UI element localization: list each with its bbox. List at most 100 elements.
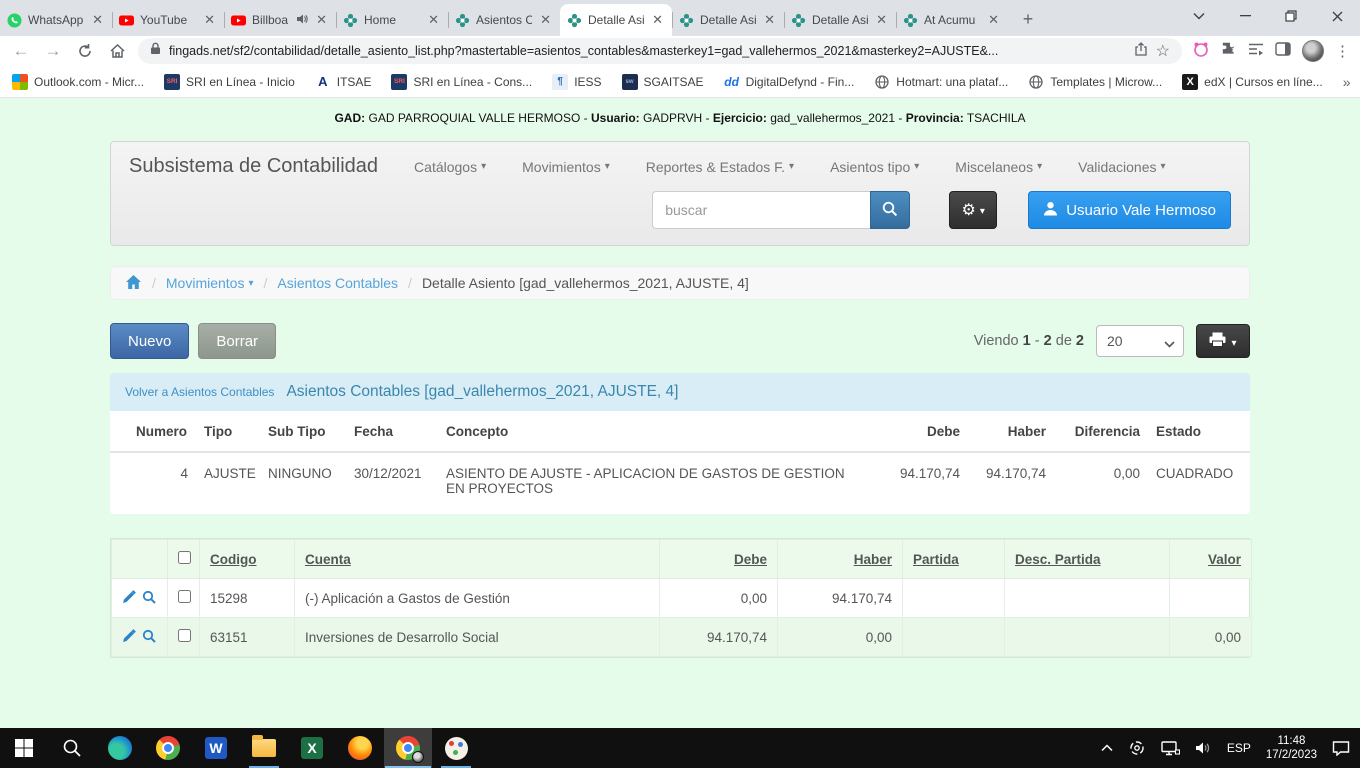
breadcrumb-asientos-contables[interactable]: Asientos Contables bbox=[277, 275, 398, 291]
address-bar[interactable]: fingads.net/sf2/contabilidad/detalle_asi… bbox=[138, 38, 1182, 64]
profile-avatar[interactable] bbox=[1302, 40, 1324, 62]
share-icon[interactable] bbox=[1134, 42, 1148, 61]
forward-icon[interactable]: → bbox=[42, 40, 64, 62]
tab-asientos[interactable]: Asientos C ✕ bbox=[448, 4, 560, 36]
col-debe[interactable]: Debe bbox=[660, 540, 778, 579]
taskbar-firefox-icon[interactable] bbox=[336, 728, 384, 768]
tab-close-icon[interactable]: ✕ bbox=[986, 12, 1001, 28]
menu-catalogos[interactable]: Catálogos bbox=[414, 159, 486, 175]
taskbar-word-icon[interactable]: W bbox=[192, 728, 240, 768]
tab-close-icon[interactable]: ✕ bbox=[650, 12, 665, 28]
tab-close-icon[interactable]: ✕ bbox=[90, 12, 105, 28]
col-cuenta[interactable]: Cuenta bbox=[295, 540, 660, 579]
settings-button[interactable] bbox=[949, 191, 997, 229]
tab-home[interactable]: Home ✕ bbox=[336, 4, 448, 36]
lock-icon[interactable] bbox=[150, 42, 161, 60]
tab-close-icon[interactable]: ✕ bbox=[538, 12, 553, 28]
bookmark-templates[interactable]: Templates | Microw... bbox=[1028, 74, 1162, 90]
col-partida[interactable]: Partida bbox=[903, 540, 1005, 579]
menu-asientos-tipo[interactable]: Asientos tipo bbox=[830, 159, 919, 175]
tab-audio-icon[interactable] bbox=[296, 13, 308, 28]
menu-validaciones[interactable]: Validaciones bbox=[1078, 159, 1165, 175]
bookmark-edx[interactable]: X edX | Cursos en líne... bbox=[1182, 74, 1323, 90]
tab-close-icon[interactable]: ✕ bbox=[202, 12, 217, 28]
bookmark-hotmart[interactable]: Hotmart: una plataf... bbox=[874, 74, 1008, 90]
side-panel-icon[interactable] bbox=[1275, 42, 1291, 61]
tab-acumulado[interactable]: At Acumu ✕ bbox=[896, 4, 1008, 36]
tab-youtube[interactable]: YouTube ✕ bbox=[112, 4, 224, 36]
print-button[interactable] bbox=[1196, 324, 1250, 358]
search-button[interactable] bbox=[870, 191, 910, 229]
breadcrumb-movimientos[interactable]: Movimientos bbox=[166, 275, 254, 291]
bookmark-outlook[interactable]: Outlook.com - Micr... bbox=[12, 74, 144, 90]
tab-close-icon[interactable]: ✕ bbox=[874, 12, 889, 28]
tab-billboard[interactable]: Billboa ✕ bbox=[224, 4, 336, 36]
tray-app-icon[interactable] bbox=[1128, 740, 1146, 756]
col-codigo[interactable]: Codigo bbox=[200, 540, 295, 579]
language-indicator[interactable]: ESP bbox=[1227, 741, 1251, 755]
page-size-select[interactable]: 20 bbox=[1096, 325, 1184, 357]
breadcrumb-home-icon[interactable] bbox=[125, 274, 142, 293]
tab-detalle-2[interactable]: Detalle Asi ✕ bbox=[672, 4, 784, 36]
browser-menu-icon[interactable] bbox=[1335, 42, 1350, 61]
taskbar-edge-icon[interactable] bbox=[96, 728, 144, 768]
taskbar-chrome-active-icon[interactable] bbox=[384, 728, 432, 768]
row-checkbox[interactable] bbox=[178, 590, 191, 603]
tab-close-icon[interactable]: ✕ bbox=[314, 12, 329, 28]
view-magnifier-icon[interactable] bbox=[142, 629, 156, 646]
reload-icon[interactable] bbox=[74, 40, 96, 62]
tray-chevron-up-icon[interactable] bbox=[1101, 744, 1113, 752]
edit-icon[interactable] bbox=[122, 590, 136, 607]
col-haber[interactable]: Haber bbox=[778, 540, 903, 579]
bookmark-sgaitsae[interactable]: sw SGAITSAE bbox=[622, 74, 704, 90]
cell-valor: 0,00 bbox=[1170, 618, 1252, 657]
bookmarks-overflow-icon[interactable]: » bbox=[1343, 74, 1351, 90]
taskbar-explorer-icon[interactable] bbox=[240, 728, 288, 768]
minimize-button[interactable] bbox=[1222, 0, 1268, 32]
extension-pink-icon[interactable] bbox=[1192, 41, 1210, 62]
search-input[interactable] bbox=[652, 191, 870, 229]
bookmark-star-icon[interactable] bbox=[1156, 41, 1170, 61]
tab-whatsapp[interactable]: WhatsApp ✕ bbox=[0, 4, 112, 36]
bookmark-sri-consultas[interactable]: SRI SRI en Línea - Cons... bbox=[391, 74, 532, 90]
borrar-button[interactable]: Borrar bbox=[198, 323, 276, 359]
taskbar-clock[interactable]: 11:48 17/2/2023 bbox=[1266, 734, 1317, 762]
back-icon[interactable]: ← bbox=[10, 40, 32, 62]
bookmark-digitaldefynd[interactable]: dd DigitalDefynd - Fin... bbox=[724, 74, 855, 90]
nuevo-button[interactable]: Nuevo bbox=[110, 323, 189, 359]
view-magnifier-icon[interactable] bbox=[142, 590, 156, 607]
bookmark-itsae[interactable]: A ITSAE bbox=[315, 74, 372, 90]
tab-detalle-3[interactable]: Detalle Asi ✕ bbox=[784, 4, 896, 36]
menu-miscelaneos[interactable]: Miscelaneos bbox=[955, 159, 1042, 175]
extensions-puzzle-icon[interactable] bbox=[1221, 41, 1237, 62]
col-valor[interactable]: Valor bbox=[1170, 540, 1252, 579]
network-icon[interactable] bbox=[1161, 741, 1180, 756]
tab-close-icon[interactable]: ✕ bbox=[762, 12, 777, 28]
restore-button[interactable] bbox=[1268, 0, 1314, 32]
notification-center-icon[interactable] bbox=[1332, 740, 1350, 756]
tab-search-chevron-icon[interactable] bbox=[1176, 0, 1222, 32]
home-icon[interactable] bbox=[106, 40, 128, 62]
menu-reportes[interactable]: Reportes & Estados F. bbox=[646, 159, 794, 175]
taskbar-chrome-icon[interactable] bbox=[144, 728, 192, 768]
taskbar-excel-icon[interactable]: X bbox=[288, 728, 336, 768]
bookmark-sri-inicio[interactable]: SRI SRI en Línea - Inicio bbox=[164, 74, 295, 90]
detail-row: 15298 (-) Aplicación a Gastos de Gestión… bbox=[112, 579, 1252, 618]
col-desc-partida[interactable]: Desc. Partida bbox=[1005, 540, 1170, 579]
menu-movimientos[interactable]: Movimientos bbox=[522, 159, 610, 175]
tab-detalle-active[interactable]: Detalle Asi ✕ bbox=[560, 4, 672, 36]
select-all-checkbox[interactable] bbox=[178, 551, 191, 564]
bookmark-iess[interactable]: ¶ IESS bbox=[552, 74, 601, 90]
tab-close-icon[interactable]: ✕ bbox=[426, 12, 441, 28]
row-checkbox[interactable] bbox=[178, 629, 191, 642]
close-window-button[interactable] bbox=[1314, 0, 1360, 32]
new-tab-button[interactable]: + bbox=[1014, 5, 1042, 33]
volume-icon[interactable] bbox=[1195, 741, 1212, 755]
taskbar-paint-icon[interactable] bbox=[432, 728, 480, 768]
back-to-asientos-link[interactable]: Volver a Asientos Contables bbox=[125, 385, 274, 399]
user-button[interactable]: Usuario Vale Hermoso bbox=[1028, 191, 1231, 229]
start-button[interactable] bbox=[0, 728, 48, 768]
edit-icon[interactable] bbox=[122, 629, 136, 646]
reading-list-icon[interactable] bbox=[1248, 42, 1264, 61]
taskbar-search-icon[interactable] bbox=[48, 728, 96, 768]
